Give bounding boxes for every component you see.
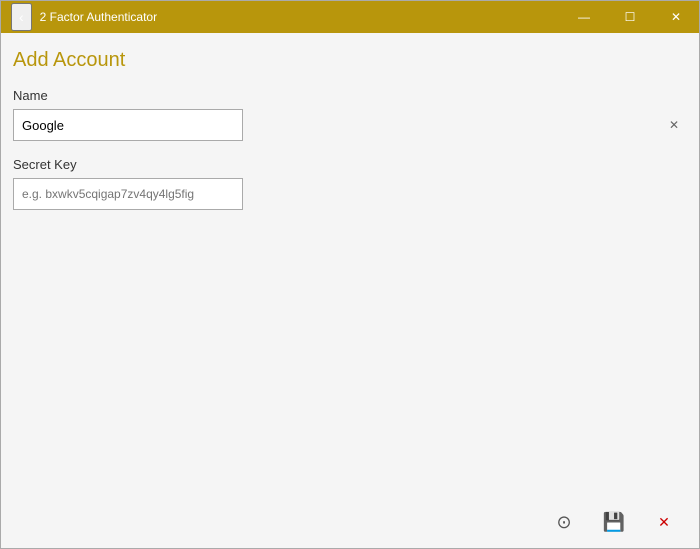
minimize-button[interactable]: — [561,1,607,33]
secret-label: Secret Key [13,157,687,172]
name-label: Name [13,88,687,103]
titlebar-title: 2 Factor Authenticator [40,10,157,24]
titlebar: ‹ 2 Factor Authenticator — ☐ ✕ [1,1,699,33]
cancel-button[interactable]: ✕ [641,502,687,542]
page-title: Add Account [13,49,687,72]
maximize-button[interactable]: ☐ [607,1,653,33]
back-button[interactable]: ‹ [11,3,32,31]
save-button[interactable]: 💾 [591,502,637,542]
cancel-icon: ✕ [658,514,670,531]
titlebar-controls: — ☐ ✕ [561,1,699,33]
titlebar-left: ‹ 2 Factor Authenticator [11,3,157,31]
secret-input-wrapper [13,178,687,210]
bottom-toolbar: ⊙ 💾 ✕ [1,496,699,548]
clear-name-button[interactable]: ✕ [667,117,681,133]
secret-input[interactable] [13,178,243,210]
close-button[interactable]: ✕ [653,1,699,33]
save-icon: 💾 [603,512,625,533]
camera-icon: ⊙ [556,512,571,533]
name-input[interactable] [13,109,243,141]
camera-button[interactable]: ⊙ [541,502,587,542]
content-area: Add Account Name ✕ Secret Key [1,33,699,496]
app-window: ‹ 2 Factor Authenticator — ☐ ✕ Add Accou… [0,0,700,549]
name-input-wrapper: ✕ [13,109,687,141]
